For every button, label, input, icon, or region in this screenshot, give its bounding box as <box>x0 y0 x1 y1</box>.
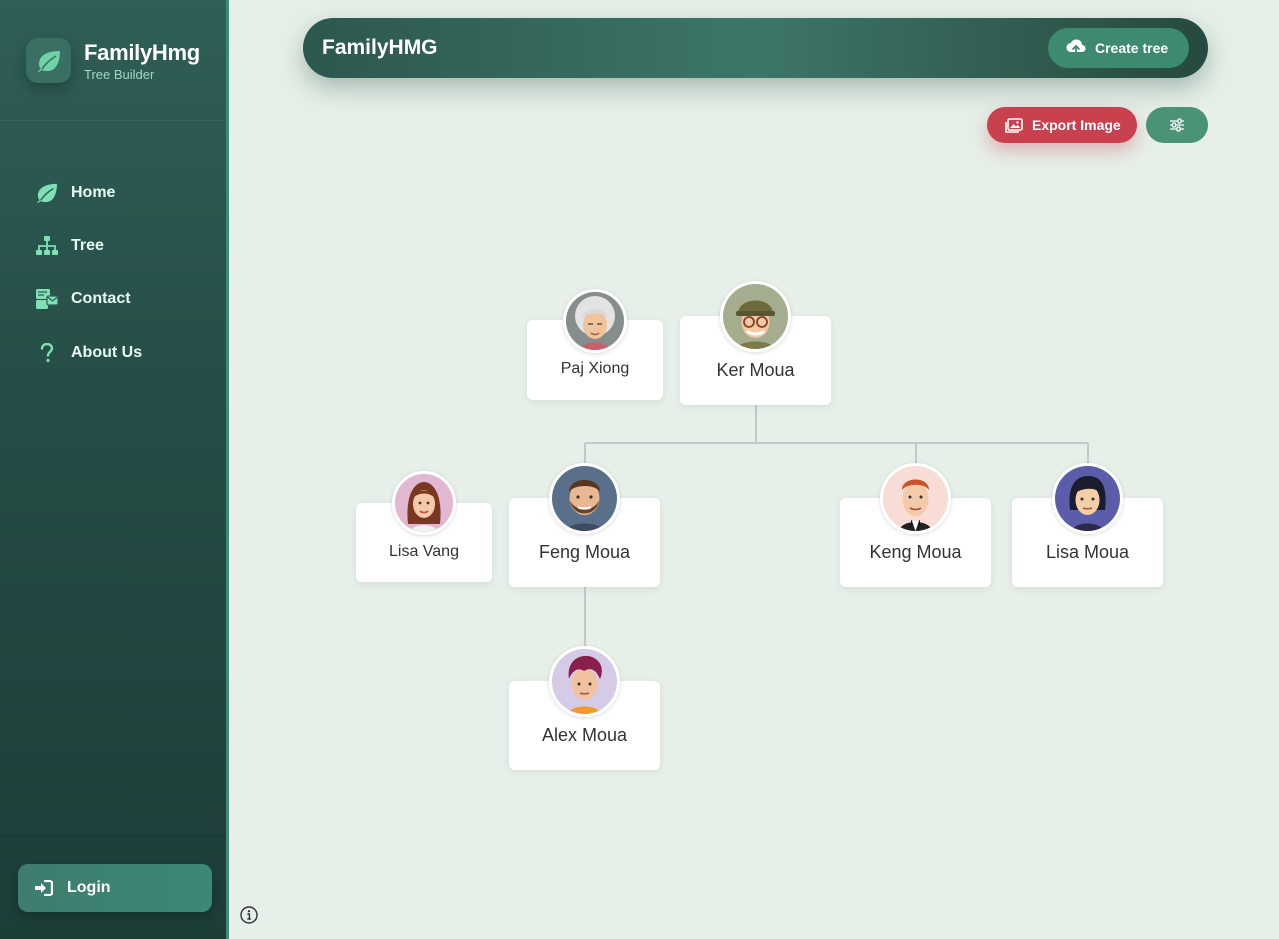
avatar[interactable] <box>1052 463 1123 534</box>
person-name: Ker Moua <box>716 360 795 380</box>
person-name: Lisa Moua <box>1045 542 1130 562</box>
avatar[interactable] <box>549 646 620 717</box>
person-name: Lisa Vang <box>389 543 459 560</box>
avatar[interactable] <box>720 281 791 352</box>
info-icon[interactable] <box>240 906 258 924</box>
person-name: Alex Moua <box>541 725 628 745</box>
avatar[interactable] <box>880 463 951 534</box>
avatar[interactable] <box>392 471 456 535</box>
avatar[interactable] <box>563 289 627 353</box>
person-name: Keng Moua <box>869 542 962 562</box>
person-name: Paj Xiong <box>560 360 630 377</box>
avatar[interactable] <box>549 463 620 534</box>
person-name: Feng Moua <box>538 542 631 562</box>
